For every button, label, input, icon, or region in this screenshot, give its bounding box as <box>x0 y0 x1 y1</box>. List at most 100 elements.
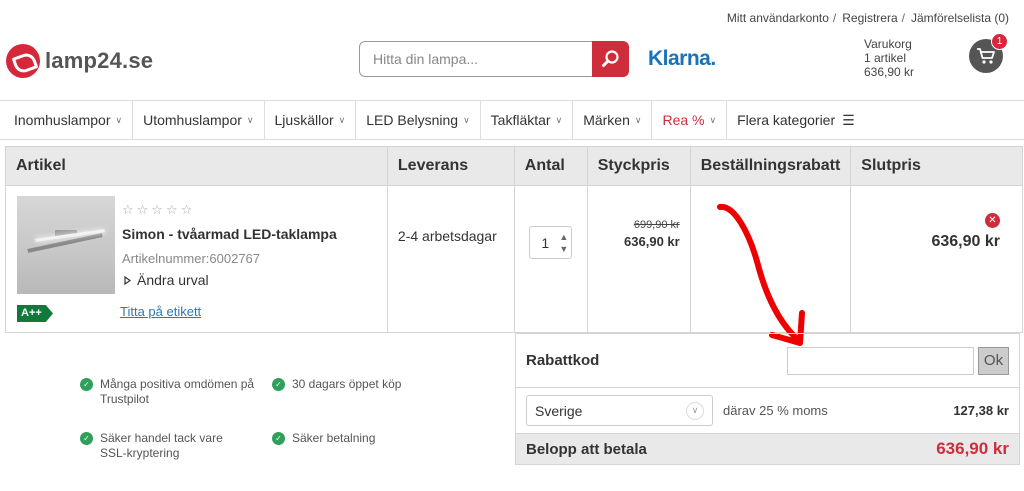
compare-list-link[interactable]: Jämförelselista (0) <box>911 11 1009 25</box>
total-row: Belopp att betala 636,90 kr <box>516 433 1019 464</box>
delivery-cell: 2-4 arbetsdagar <box>386 185 515 333</box>
nav-item-more-categories[interactable]: Flera kategorier ☰ <box>727 101 865 139</box>
lamp-logo-icon <box>6 44 40 78</box>
register-link[interactable]: Registrera <box>842 11 897 25</box>
logo-text: lamp24.se <box>45 48 154 73</box>
article-number: Artikelnummer:6002767 <box>122 251 261 266</box>
nav-item-rea[interactable]: Rea % ∨ <box>652 101 728 139</box>
chevron-down-icon: ∨ <box>634 114 642 125</box>
search-bar <box>359 41 629 77</box>
nav-label: Ljuskällor <box>274 112 334 128</box>
chevron-down-icon: ∨ <box>686 401 704 420</box>
pay-label: Belopp att betala <box>526 440 647 458</box>
separator: / <box>832 11 837 25</box>
chevron-down-icon: ∨ <box>555 114 563 125</box>
column-header: Antal <box>513 146 588 186</box>
trust-text: Säker handel tack vare SSL-kryptering <box>100 431 223 460</box>
country-select[interactable]: Sverige ∨ <box>526 395 713 426</box>
table-row: A++ ☆☆☆☆☆ Simon - tvåarmad LED-taklampa … <box>5 185 1023 333</box>
cart-title: Varukorg <box>864 37 912 51</box>
trust-item: ✓ Många positiva omdömen på Trustpilot <box>80 377 255 407</box>
decrement-icon[interactable]: ▼ <box>559 243 568 255</box>
top-links: Mitt användarkonto / Registrera / Jämförel… <box>727 11 1009 25</box>
total-price-cell: ✕ 636,90 kr <box>850 185 1023 333</box>
country-value: Sverige <box>535 402 583 419</box>
search-input[interactable] <box>359 41 592 77</box>
increment-icon[interactable]: ▲ <box>559 231 568 243</box>
order-summary: Rabattkod Ok Sverige ∨ därav 25 % moms 1… <box>515 333 1020 465</box>
quantity-value[interactable]: 1 <box>530 235 557 251</box>
check-icon: ✓ <box>272 378 285 391</box>
unit-price: 636,90 kr <box>624 234 680 249</box>
chevron-down-icon: ∨ <box>246 114 254 125</box>
chevron-down-icon: ∨ <box>338 114 346 125</box>
cart-button[interactable]: 1 <box>969 33 1008 73</box>
vat-value: 127,38 kr <box>953 403 1009 418</box>
main-nav: Inomhuslampor ∨ Utomhuslampor ∨ Ljuskällor… <box>0 100 1024 140</box>
coupon-row: Rabattkod Ok <box>516 333 1019 387</box>
coupon-input[interactable] <box>787 346 974 375</box>
chevron-down-icon: ∨ <box>463 114 470 125</box>
energy-label-badge[interactable]: A++ <box>17 305 53 322</box>
nav-label: Flera kategorier <box>737 112 836 128</box>
separator: / <box>901 11 905 25</box>
trust-item: ✓ 30 dagars öppet köp <box>272 377 442 392</box>
change-selection-toggle[interactable]: Ändra urval <box>124 272 209 288</box>
view-label-link[interactable]: Titta på etikett <box>120 304 201 319</box>
vat-label: därav 25 % moms <box>723 403 828 418</box>
search-icon <box>601 50 619 67</box>
triangle-right-icon <box>124 275 131 285</box>
cart-icon <box>977 48 995 64</box>
column-header: Beställningsrabatt <box>689 146 852 186</box>
klarna-logo: Klarna. <box>648 47 716 70</box>
change-selection-label: Ändra urval <box>137 272 209 288</box>
hamburger-icon: ☰ <box>842 111 855 128</box>
quantity-stepper[interactable]: 1 ▲ ▼ <box>528 226 572 259</box>
column-header: Leverans <box>386 146 515 186</box>
column-header: Styckpris <box>586 146 691 186</box>
nav-item-utomhuslampor[interactable]: Utomhuslampor ∨ <box>133 101 265 139</box>
nav-item-marken[interactable]: Märken ∨ <box>573 101 653 139</box>
logo[interactable]: lamp24.se <box>6 44 153 78</box>
nav-label: Märken <box>583 112 630 128</box>
cart-amount: 636,90 kr <box>864 65 915 79</box>
trust-item: ✓ Säker handel tack vare SSL-kryptering <box>80 431 245 461</box>
nav-label: Takfläktar <box>490 112 551 128</box>
product-image[interactable] <box>17 196 115 294</box>
nav-label: LED Belysning <box>366 112 459 128</box>
unit-price-cell: 699,90 kr 636,90 kr <box>586 185 691 333</box>
cart-item-count: 1 artikel <box>864 51 907 65</box>
nav-item-led-belysning[interactable]: LED Belysning ∨ <box>356 101 481 139</box>
cart-summary[interactable]: Varukorg 1 artikel 636,90 kr <box>864 37 914 79</box>
red-arrow-annotation <box>717 204 805 346</box>
chevron-down-icon: ∨ <box>709 114 717 125</box>
chevron-down-icon: ∨ <box>115 114 123 125</box>
cart-table-header: Artikel Leverans Antal Styckpris Beställ… <box>5 146 1023 186</box>
nav-item-ljuskallor[interactable]: Ljuskällor ∨ <box>265 101 357 139</box>
product-name[interactable]: Simon - tvåarmad LED-taklampa <box>122 226 337 242</box>
coupon-ok-button[interactable]: Ok <box>978 346 1009 375</box>
trust-text: Säker betalning <box>292 431 376 445</box>
nav-item-inomhuslampor[interactable]: Inomhuslampor ∨ <box>0 101 134 139</box>
country-row: Sverige ∨ därav 25 % moms 127,38 kr <box>516 387 1019 433</box>
cart-count-badge: 1 <box>991 33 1008 50</box>
rating-stars: ☆☆☆☆☆ <box>122 202 196 217</box>
column-header: Artikel <box>5 146 388 186</box>
old-price: 699,90 kr <box>633 219 680 231</box>
pay-amount: 636,90 kr <box>936 439 1009 458</box>
check-icon: ✓ <box>80 432 93 445</box>
quantity-cell: 1 ▲ ▼ <box>513 185 588 333</box>
nav-label: Inomhuslampor <box>14 112 111 128</box>
trust-text: 30 dagars öppet köp <box>292 377 402 391</box>
my-account-link[interactable]: Mitt användarkonto <box>727 11 829 25</box>
search-button[interactable] <box>592 41 629 77</box>
coupon-label: Rabattkod <box>526 352 600 369</box>
check-icon: ✓ <box>80 378 93 391</box>
nav-item-takflaktar[interactable]: Takfläktar ∨ <box>481 101 574 139</box>
trust-item: ✓ Säker betalning <box>272 431 442 446</box>
trust-text: Många positiva omdömen på Trustpilot <box>100 377 255 406</box>
nav-label: Rea % <box>662 112 705 128</box>
cart-table: Artikel Leverans Antal Styckpris Beställ… <box>5 146 1023 333</box>
remove-item-icon[interactable]: ✕ <box>985 213 1000 228</box>
nav-label: Utomhuslampor <box>143 112 242 128</box>
